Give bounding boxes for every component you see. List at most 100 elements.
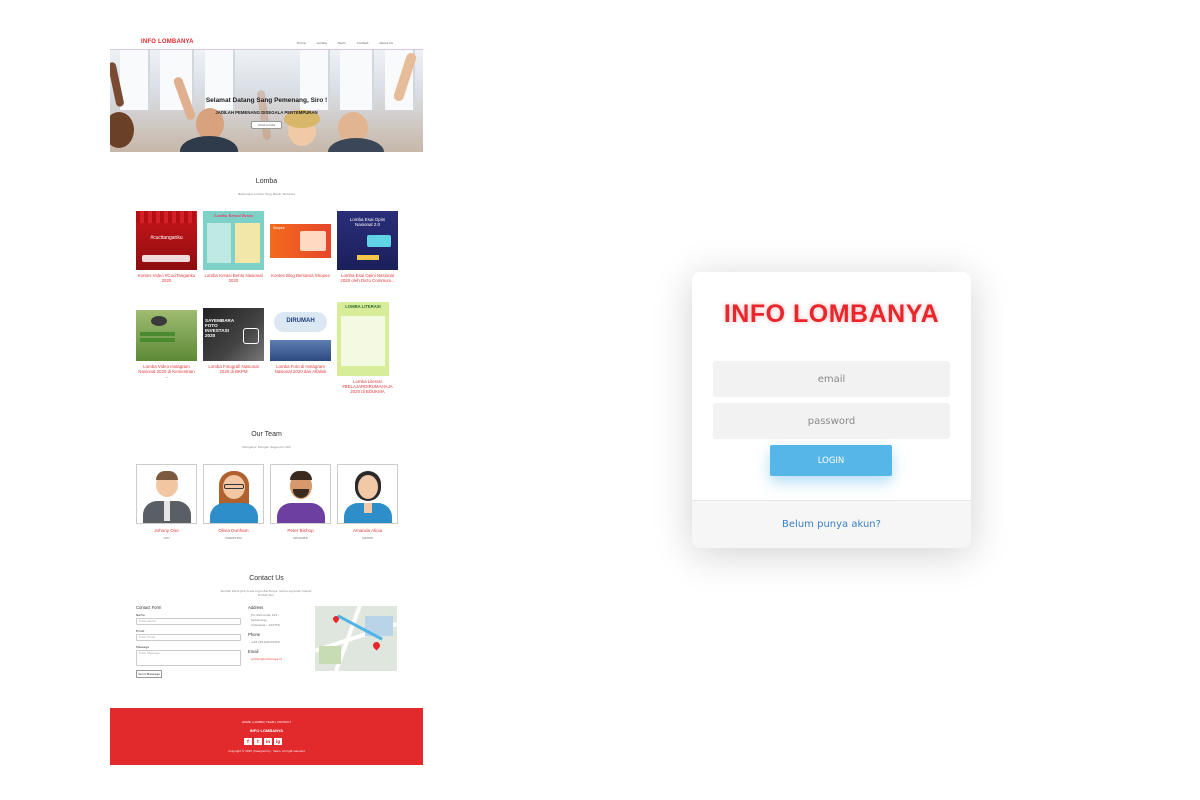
hero-title: Selamat Datang Sang Pemenang, Siro !	[205, 97, 328, 104]
password-input[interactable]	[713, 403, 950, 439]
avatar-body	[210, 503, 258, 523]
name-label: Name	[136, 613, 145, 617]
nav-logo[interactable]: INFO LOMBANYA	[141, 39, 194, 45]
lomba-thumb-text: LOMBA LITERASI	[345, 304, 381, 309]
name-input[interactable]: Enter Name	[136, 618, 241, 625]
lomba-thumb: LOMBA LITERASI	[337, 302, 389, 376]
thumb-block	[151, 316, 167, 326]
lomba-card[interactable]: Lomba Kreasi Bento Lomba Kreasi Bento Na…	[203, 211, 264, 283]
twitter-icon[interactable]: t	[254, 738, 262, 745]
address-line: Semarang ,	[251, 618, 269, 622]
nav-links: Home Lomba Team Contact About Us	[297, 41, 393, 45]
lomba-subtitle: Beberapa Lomba Yang Masih Tersedia	[238, 192, 295, 196]
lomba-caption: Lomba Foto di Instagram Nasional 2020 da…	[274, 364, 327, 374]
nav-link-home[interactable]: Home	[297, 41, 306, 45]
lomba-caption: Kontes Blog Bersama Shopee	[271, 273, 330, 278]
login-card: INFO LOMBANYA LOGIN Belum punya akun?	[692, 272, 971, 548]
team-title: Our Team	[251, 431, 282, 438]
lomba-thumb-text: #cucitanganku	[150, 235, 183, 241]
thumb-header	[136, 302, 197, 310]
lomba-card[interactable]: Shopee Kontes Blog Bersama Shopee	[270, 211, 331, 278]
team-member: Peter Bishop DESIGNER	[270, 464, 331, 540]
lomba-caption: Lomba Literasi #BELAJARDIRUMAHAJA 2020 d…	[342, 379, 393, 394]
address-line: Jln. Pamunda 123 ,	[251, 613, 280, 617]
footer-copyright: Copyright © 2020 | Designed by : Yasiro,…	[228, 750, 305, 753]
nav-link-lomba[interactable]: Lomba	[317, 41, 327, 45]
team-subtitle: Mengatur Dengan Segenuh Hati	[242, 445, 291, 449]
linkedin-icon[interactable]: in	[264, 738, 272, 745]
avatar-hair	[156, 471, 178, 480]
lomba-thumb-text: DIRUMAH	[286, 318, 315, 324]
thumb-block	[367, 235, 391, 247]
nav-link-contact[interactable]: Contact	[357, 41, 369, 45]
thumb-block	[140, 338, 175, 342]
thumb-block	[357, 255, 379, 260]
address-line: Indonesia , 123750	[251, 623, 280, 627]
facebook-icon[interactable]: f	[244, 738, 252, 745]
lomba-title: Lomba	[255, 178, 278, 185]
lomba-thumb: Lomba Esai Opini Nasional 2.0	[337, 211, 398, 270]
lomba-card[interactable]: #cucitanganku Kontes Video #CuciTanganku…	[136, 211, 197, 283]
send-message-button[interactable]: Send Message	[136, 670, 162, 678]
member-role: CEO	[163, 536, 170, 540]
lomba-thumb	[136, 302, 197, 361]
lomba-card[interactable]: Lomba Video Instagram Nasional 2020 di K…	[136, 302, 197, 379]
register-link[interactable]: Belum punya akun?	[782, 519, 881, 530]
lomba-caption: Lomba Esai Opini Nasional 2020 oleh Dict…	[340, 273, 395, 283]
member-role: DESIGNER	[293, 536, 308, 540]
instagram-icon[interactable]: ig	[274, 738, 282, 745]
thumb-block	[341, 316, 385, 366]
lomba-caption: Lomba Fotografi Nasional 2020 di BKPM	[208, 364, 259, 374]
member-role: MARKETING	[225, 536, 242, 540]
lomba-thumb: DIRUMAH	[270, 302, 331, 361]
lomba-thumb: Lomba Kreasi Bento	[203, 211, 264, 270]
curtain-decor	[136, 211, 197, 223]
contact-form-title: Contact Form	[136, 605, 162, 610]
footer-links[interactable]: HOME | LOMBA | TEAM | CONTACT	[110, 720, 423, 724]
map-pin-icon	[371, 640, 382, 651]
email-input[interactable]	[713, 361, 950, 397]
login-logo: INFO LOMBANYA	[723, 300, 940, 328]
contact-subtitle: Kontak Kami Jika Anda Ingin Bertanya, Sa…	[220, 589, 312, 597]
hero-banner: Selamat Datang Sang Pemenang, Siro ! JAD…	[110, 50, 423, 152]
email-input[interactable]: Enter Email	[136, 634, 241, 641]
email-info-label: Email	[248, 649, 259, 654]
hero-person	[180, 136, 238, 152]
team-member: Amanda Alicia WRITER	[337, 464, 398, 540]
footer-logo: INFO LOMBANYA	[249, 728, 284, 733]
map-image[interactable]	[315, 606, 397, 671]
thumb-block	[243, 328, 259, 344]
address-label: Address	[248, 605, 264, 610]
login-footer: Belum punya akun?	[692, 500, 971, 548]
lomba-thumb-text: Shopee	[273, 226, 285, 230]
lomba-thumb-text: SAYEMBARA FOTO INVESTASI 2020	[205, 318, 235, 338]
lomba-thumb: Shopee	[270, 211, 331, 270]
lomba-card[interactable]: DIRUMAH Lomba Foto di Instagram Nasional…	[270, 302, 331, 374]
hero-person	[328, 138, 384, 152]
avatar-hair	[290, 471, 312, 480]
nav-link-about[interactable]: About Us	[379, 41, 393, 45]
lomba-card[interactable]: LOMBA LITERASI Lomba Literasi #BELAJARDI…	[337, 302, 398, 394]
avatar-shirt	[164, 501, 170, 521]
email-value[interactable]: admin@lombanya.id	[251, 657, 282, 662]
thumb-block	[235, 223, 260, 263]
member-name: Amanda Alicia	[352, 528, 383, 533]
login-button[interactable]: LOGIN	[770, 445, 892, 476]
message-input[interactable]: Enter Message	[136, 650, 241, 666]
hero-subtitle: JADILAH PEMENANG DISEGALA PERTEMPURAN	[215, 110, 318, 115]
nav-link-team[interactable]: Team	[338, 41, 346, 45]
lomba-thumb-text: Lomba Esai Opini Nasional 2.0	[349, 217, 386, 227]
map-park	[319, 646, 341, 664]
canvas: INFO LOMBANYA Home Lomba Team Contact Ab…	[0, 0, 1200, 800]
lomba-card[interactable]: SAYEMBARA FOTO INVESTASI 2020 Lomba Foto…	[203, 302, 264, 374]
thumb-banner	[142, 255, 190, 262]
thumb-block	[270, 340, 331, 361]
hero-button[interactable]: Lihat Lomba	[251, 121, 282, 129]
lomba-caption: Lomba Kreasi Bento Nasional 2020	[204, 273, 263, 283]
lomba-card[interactable]: Lomba Esai Opini Nasional 2.0 Lomba Esai…	[337, 211, 398, 283]
message-label: Message	[136, 645, 150, 649]
site-footer: HOME | LOMBA | TEAM | CONTACT INFO LOMBA…	[110, 708, 423, 765]
lomba-thumb: #cucitanganku	[136, 211, 197, 270]
avatar-neck	[364, 503, 372, 513]
thumb-block	[140, 332, 175, 336]
